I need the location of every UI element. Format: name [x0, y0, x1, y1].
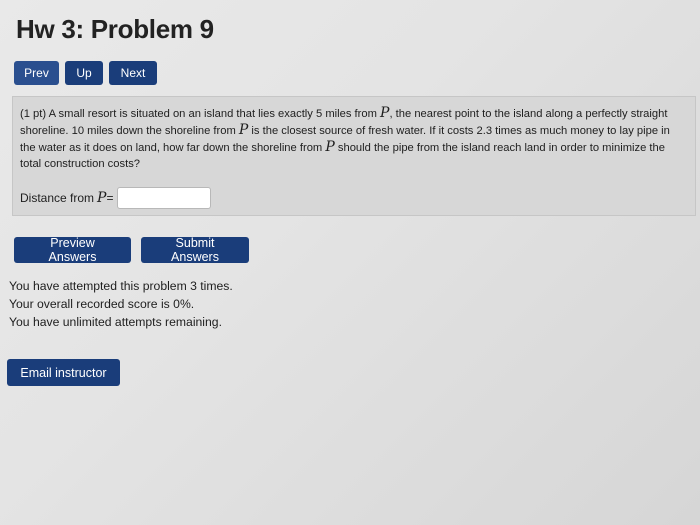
prev-button[interactable]: Prev	[14, 61, 59, 85]
answer-row: Distance from P =	[20, 187, 212, 209]
next-button[interactable]: Next	[109, 61, 157, 85]
answer-input[interactable]	[117, 187, 212, 209]
preview-answers-button[interactable]: Preview Answers	[14, 236, 131, 264]
problem-text-intro: (1 pt) A small resort is situated on an …	[20, 108, 381, 120]
attempt-status: You have attempted this problem 3 times.…	[9, 277, 233, 331]
attempts-text: You have attempted this problem 3 times.	[9, 279, 233, 293]
answer-equals: =	[106, 191, 114, 205]
variable-p: P	[238, 122, 249, 138]
page-title: Hw 3: Problem 9	[16, 14, 214, 44]
score-text: Your overall recorded score is 0%.	[9, 297, 195, 311]
problem-statement: (1 pt) A small resort is situated on an …	[20, 105, 685, 172]
remaining-attempts-text: You have unlimited attempts remaining.	[9, 315, 222, 329]
variable-p: P	[325, 139, 335, 155]
problem-nav: Prev Up Next	[14, 61, 157, 85]
variable-p: P	[97, 190, 107, 206]
up-button[interactable]: Up	[65, 61, 103, 85]
problem-panel: (1 pt) A small resort is situated on an …	[12, 96, 696, 216]
answer-label: Distance from	[20, 191, 95, 205]
answer-actions: Preview Answers Submit Answers	[14, 236, 249, 264]
email-instructor-button[interactable]: Email instructor	[7, 359, 120, 386]
submit-answers-button[interactable]: Submit Answers	[141, 236, 249, 264]
